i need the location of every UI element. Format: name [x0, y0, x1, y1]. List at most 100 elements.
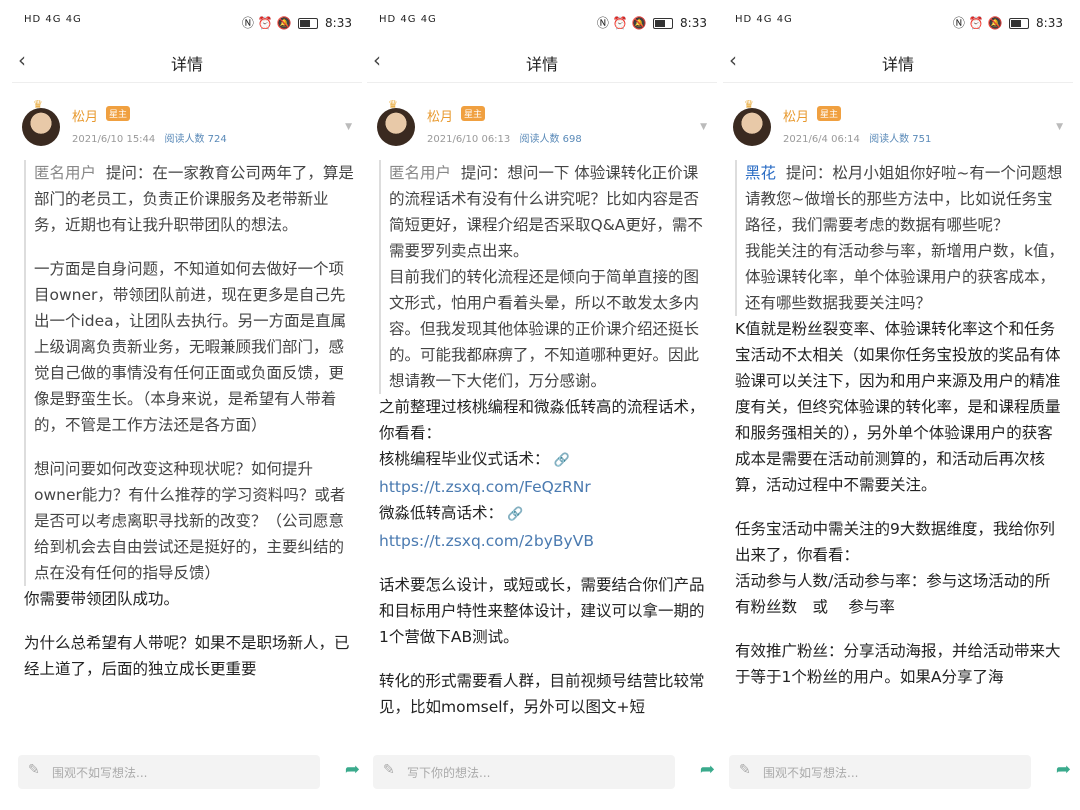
post-meta: 2021/6/10 06:13 阅读人数 698 [427, 130, 582, 145]
crown-icon: ♛ [744, 98, 754, 111]
status-bar: HD 4G 4G Ⓝ ⏰ 🔕 8:33 [24, 12, 352, 36]
post-content: 黑花 提问：松月小姐姐你好啦~有一个问题想请教您~做增长的那些方法中，比如说任务… [735, 160, 1065, 690]
answer-text: 核桃编程毕业仪式话术： 🔗 [379, 450, 570, 468]
question-quote: 匿名用户 提问：想问一下 体验课转化正价课的流程话术有没有什么讲究呢？比如内容是… [379, 160, 709, 394]
answer-text: 任务宝活动中需关注的9大数据维度，我给你列出来了，你看看： [735, 520, 1055, 564]
post-content: 匿名用户 提问：想问一下 体验课转化正价课的流程话术有没有什么讲究呢？比如内容是… [379, 160, 709, 720]
avatar[interactable] [733, 108, 771, 146]
comment-placeholder: 围观不如写想法... [763, 766, 859, 780]
owner-badge: 星主 [461, 106, 486, 121]
answer-text: 之前整理过核桃编程和微淼低转高的流程话术，你看看： [379, 398, 705, 442]
avatar[interactable] [377, 108, 415, 146]
link-icon: 🔗 [553, 453, 570, 468]
signal-icon: HD 4G 4G [24, 14, 82, 25]
status-right: Ⓝ ⏰ 🔕 8:33 [953, 14, 1063, 31]
battery-icon [653, 18, 674, 29]
comment-input[interactable]: ✎ 写下你的想法... [373, 755, 675, 789]
asker-name: 匿名用户 [34, 164, 97, 182]
alarm-icon: ⏰ [968, 16, 984, 30]
status-bar: HD 4G 4G Ⓝ ⏰ 🔕 8:33 [735, 12, 1063, 36]
comment-placeholder: 写下你的想法... [407, 766, 491, 780]
answer-text: 转化的形式需要看人群，目前视频号结营比较常见，比如momself，另外可以图文+… [379, 672, 705, 716]
post-content: 匿名用户 提问：在一家教育公司两年了，算是部门的老员工，负责正价课服务及老带新业… [24, 160, 354, 682]
read-count: 阅读人数 698 [519, 134, 582, 145]
page-title: 详情 [881, 55, 914, 74]
answer-text: 活动参与人数/活动参与率：参与这场活动的所有粉丝数 或 参与率 [735, 572, 1051, 616]
nfc-icon: Ⓝ [596, 16, 609, 30]
answer-text: 为什么总希望有人带呢？如果不是职场新人，已经上道了，后面的独立成长更重要 [24, 634, 350, 678]
asker-name: 匿名用户 [389, 164, 452, 182]
read-count: 阅读人数 751 [869, 134, 932, 145]
answer-text: 微淼低转高话术： 🔗 [379, 504, 524, 522]
alarm-icon: ⏰ [257, 16, 273, 30]
share-icon[interactable]: ➦ [1056, 759, 1071, 780]
question-text: 一方面是自身问题，不知道如何去做好一个项目owner，带领团队前进，现在更多是自… [34, 260, 347, 434]
pencil-icon: ✎ [383, 762, 395, 778]
nfc-icon: Ⓝ [952, 16, 965, 30]
question-quote: 匿名用户 提问：在一家教育公司两年了，算是部门的老员工，负责正价课服务及老带新业… [24, 160, 354, 586]
mute-icon: 🔕 [631, 16, 647, 30]
answer-text: 话术要怎么设计，或短或长，需要结合你们产品和目标用户特性来整体设计，建议可以拿一… [379, 576, 705, 646]
clock: 8:33 [1036, 16, 1063, 30]
crown-icon: ♛ [33, 98, 43, 111]
author-name[interactable]: 松月 [783, 106, 809, 125]
post-date: 2021/6/10 15:44 [72, 134, 156, 145]
read-count: 阅读人数 724 [164, 134, 227, 145]
chevron-down-icon[interactable]: ▼ [700, 122, 707, 132]
signal-icon: HD 4G 4G [735, 14, 793, 25]
answer-text: 你需要带领团队成功。 [24, 590, 180, 608]
chevron-down-icon[interactable]: ▼ [345, 122, 352, 132]
pencil-icon: ✎ [28, 762, 40, 778]
pencil-icon: ✎ [739, 762, 751, 778]
status-bar: HD 4G 4G Ⓝ ⏰ 🔕 8:33 [379, 12, 707, 36]
post-header: ♛ 松月 星主 2021/6/10 15:44 阅读人数 724 ▼ [22, 98, 352, 148]
screen-panel-2: HD 4G 4G Ⓝ ⏰ 🔕 8:33 ‹ 详情 ♛ 松月 星主 2021/6/… [367, 0, 717, 810]
post-header: ♛ 松月 星主 2021/6/10 06:13 阅读人数 698 ▼ [377, 98, 707, 148]
question-text: 目前我们的转化流程还是倾向于简单直接的图文形式，怕用户看着头晕，所以不敢发太多内… [389, 268, 700, 390]
share-icon[interactable]: ➦ [700, 759, 715, 780]
share-icon[interactable]: ➦ [345, 759, 360, 780]
author-name[interactable]: 松月 [427, 106, 453, 125]
author-name[interactable]: 松月 [72, 106, 98, 125]
post-header: ♛ 松月 星主 2021/6/4 06:14 阅读人数 751 ▼ [733, 98, 1063, 148]
battery-icon [1009, 18, 1030, 29]
comment-input[interactable]: ✎ 围观不如写想法... [18, 755, 320, 789]
comment-input[interactable]: ✎ 围观不如写想法... [729, 755, 1031, 789]
owner-badge: 星主 [106, 106, 131, 121]
post-meta: 2021/6/4 06:14 阅读人数 751 [783, 130, 931, 145]
nav-bar: ‹ 详情 [723, 44, 1073, 83]
owner-badge: 星主 [817, 106, 842, 121]
question-text: 我能关注的有活动参与率，新增用户数，k值，体验课转化率，单个体验课用户的获客成本… [745, 242, 1064, 312]
post-date: 2021/6/4 06:14 [783, 134, 860, 145]
nav-bar: ‹ 详情 [12, 44, 362, 83]
chevron-down-icon[interactable]: ▼ [1056, 122, 1063, 132]
question-text: 提问：松月小姐姐你好啦~有一个问题想请教您~做增长的那些方法中，比如说任务宝路径… [745, 164, 1063, 234]
crown-icon: ♛ [388, 98, 398, 111]
page-title: 详情 [170, 55, 203, 74]
question-text: 想问问要如何改变这种现状呢？如何提升owner能力？有什么推荐的学习资料吗？或者… [34, 460, 346, 582]
question-quote: 黑花 提问：松月小姐姐你好啦~有一个问题想请教您~做增长的那些方法中，比如说任务… [735, 160, 1065, 316]
avatar[interactable] [22, 108, 60, 146]
comment-bar: ✎ 写下你的想法... ➦ [367, 752, 717, 802]
clock: 8:33 [325, 16, 352, 30]
mute-icon: 🔕 [276, 16, 292, 30]
screen-panel-1: HD 4G 4G Ⓝ ⏰ 🔕 8:33 ‹ 详情 ♛ 松月 星主 2021/6/… [12, 0, 362, 810]
alarm-icon: ⏰ [612, 16, 628, 30]
comment-placeholder: 围观不如写想法... [52, 766, 148, 780]
nfc-icon: Ⓝ [241, 16, 254, 30]
page-title: 详情 [525, 55, 558, 74]
comment-bar: ✎ 围观不如写想法... ➦ [723, 752, 1073, 802]
status-right: Ⓝ ⏰ 🔕 8:33 [597, 14, 707, 31]
nav-bar: ‹ 详情 [367, 44, 717, 83]
asker-name[interactable]: 黑花 [745, 164, 776, 182]
signal-icon: HD 4G 4G [379, 14, 437, 25]
mute-icon: 🔕 [987, 16, 1003, 30]
answer-text: K值就是粉丝裂变率、体验课转化率这个和任务宝活动不太相关（如果你任务宝投放的奖品… [735, 320, 1061, 494]
link-url[interactable]: https://t.zsxq.com/FeQzRNr [379, 474, 709, 500]
screen-panel-3: HD 4G 4G Ⓝ ⏰ 🔕 8:33 ‹ 详情 ♛ 松月 星主 2021/6/… [723, 0, 1073, 810]
link-url[interactable]: https://t.zsxq.com/2byByVB [379, 528, 709, 554]
comment-bar: ✎ 围观不如写想法... ➦ [12, 752, 362, 802]
answer-text: 有效推广粉丝：分享活动海报，并给活动带来大于等于1个粉丝的用户。如果A分享了海 [735, 642, 1061, 686]
link-icon: 🔗 [507, 507, 524, 522]
post-date: 2021/6/10 06:13 [427, 134, 511, 145]
